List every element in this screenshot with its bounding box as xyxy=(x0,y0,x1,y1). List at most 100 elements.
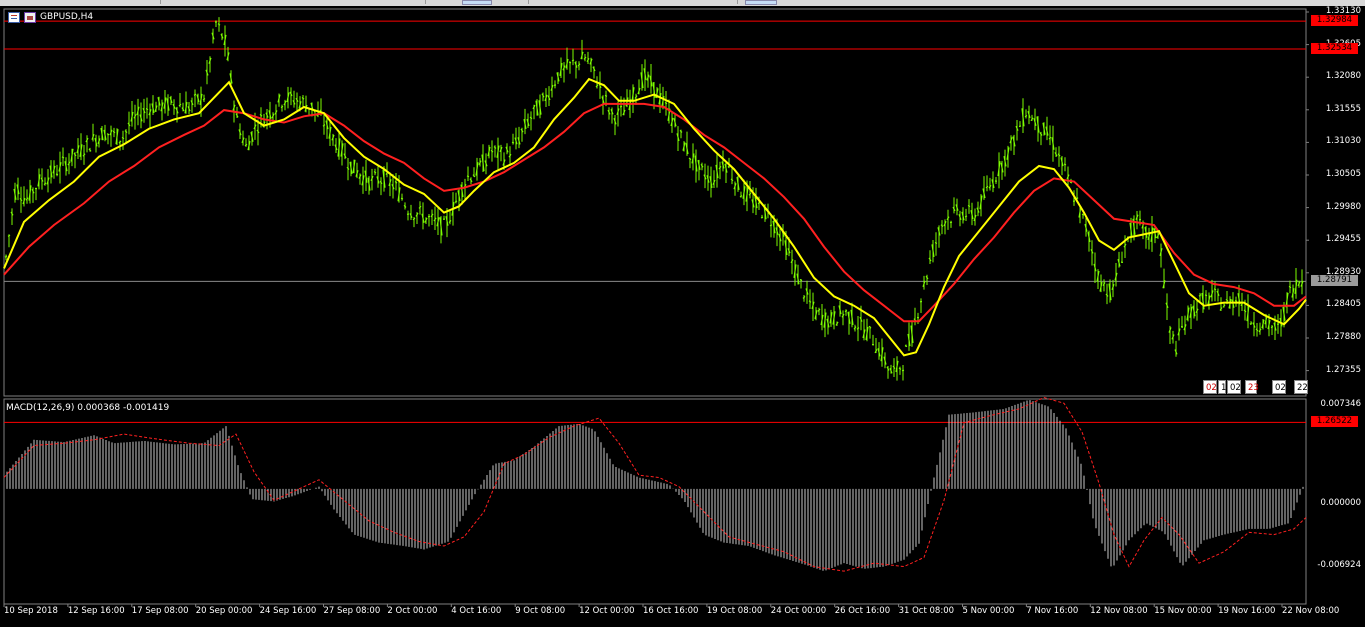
candle-body xyxy=(769,224,773,227)
price-axis-label: 1.32080 xyxy=(1325,71,1361,82)
candle-body xyxy=(379,180,383,185)
candle-body xyxy=(679,130,683,133)
candle-body xyxy=(841,313,845,318)
time-axis-label: 12 Nov 08:00 xyxy=(1090,606,1148,616)
candle-body xyxy=(985,185,989,189)
candle-body xyxy=(817,308,821,312)
candle-body xyxy=(619,105,623,108)
candle-body xyxy=(571,59,575,62)
candle-body xyxy=(718,165,722,170)
chart-title: GBPUSD,H4 xyxy=(8,11,93,23)
candle-body xyxy=(700,164,704,168)
time-axis-label: 27 Sep 08:00 xyxy=(323,606,381,616)
price-axis-label: 1.28405 xyxy=(1325,299,1361,310)
candle-body xyxy=(73,152,77,157)
candle-body xyxy=(430,213,434,218)
candle-body xyxy=(1249,322,1253,325)
candle-body xyxy=(1225,298,1229,302)
candle-body xyxy=(511,141,515,144)
current-price-tag: 1.28791 xyxy=(1311,275,1358,287)
time-axis-label: 12 Oct 00:00 xyxy=(579,606,635,616)
candle-body xyxy=(946,216,950,221)
ma-slow-line xyxy=(3,102,1307,323)
candle-body xyxy=(490,149,494,153)
candle-body xyxy=(925,275,929,280)
candle-body xyxy=(112,130,116,134)
candle-body xyxy=(595,84,599,88)
candle-body xyxy=(1039,132,1043,136)
price-axis-label: 1.29455 xyxy=(1325,234,1361,245)
time-axis-label: 9 Oct 08:00 xyxy=(515,606,566,616)
candle-body xyxy=(583,56,587,60)
candle-body xyxy=(466,175,470,178)
candle-body xyxy=(1198,294,1202,297)
candle-body xyxy=(853,326,857,330)
candle-body xyxy=(1258,328,1262,333)
candle-body xyxy=(1204,294,1208,297)
candle-body xyxy=(1243,309,1247,313)
candle-body xyxy=(1063,163,1067,166)
time-axis-label: 10 Sep 2018 xyxy=(4,606,58,616)
candle-body xyxy=(940,224,944,227)
candle-body xyxy=(472,174,476,178)
candle-body xyxy=(967,204,971,208)
candle-body xyxy=(1123,243,1127,248)
time-marker-tag: 1 xyxy=(1218,380,1226,394)
time-axis-label: 31 Oct 08:00 xyxy=(898,606,955,616)
candle-body xyxy=(1219,307,1223,311)
candle-body xyxy=(1270,326,1274,329)
candle-body xyxy=(520,128,524,133)
time-axis-label: 7 Nov 16:00 xyxy=(1026,606,1079,616)
candle-body xyxy=(802,296,806,299)
candle-body xyxy=(346,166,350,170)
macd-axis-label: -0.006924 xyxy=(1317,560,1361,570)
time-marker-tag: 02: xyxy=(1203,380,1220,394)
time-axis-label: 26 Oct 16:00 xyxy=(834,606,891,616)
price-axis-label: 1.31030 xyxy=(1325,136,1361,147)
symbol-label: GBPUSD,H4 xyxy=(40,12,94,22)
price-axis-label: 1.31555 xyxy=(1325,103,1361,114)
candle-body xyxy=(604,94,608,97)
candle-body xyxy=(217,23,221,26)
candle-body xyxy=(43,182,47,186)
candle-body xyxy=(739,195,743,198)
candle-body xyxy=(280,105,284,109)
price-chart[interactable] xyxy=(0,0,1365,627)
candle-body xyxy=(730,178,734,182)
candle-body xyxy=(1213,288,1217,291)
ma-fast-line xyxy=(3,77,1307,357)
time-marker-tag: 02 xyxy=(1227,380,1241,394)
candle-body xyxy=(1069,181,1073,184)
candle-body xyxy=(145,108,149,111)
candle-body xyxy=(322,124,326,127)
candle-body xyxy=(1222,304,1226,308)
candle-body xyxy=(400,197,404,200)
candle-body xyxy=(898,367,902,370)
candle-body xyxy=(1234,300,1238,302)
candle-body xyxy=(19,198,23,202)
candle-body xyxy=(202,98,206,101)
price-axis-label: 1.27880 xyxy=(1325,332,1361,342)
candle-body xyxy=(892,365,896,370)
macd-axis-label: 0.007346 xyxy=(1320,399,1361,409)
level-price-tag: 1.32534 xyxy=(1311,43,1358,54)
candle-body xyxy=(760,216,764,219)
candle-body xyxy=(904,345,908,348)
candle-body xyxy=(88,148,92,152)
candle-body xyxy=(244,143,248,147)
level-price-tag: 1.32984 xyxy=(1311,15,1358,27)
candle-body xyxy=(469,178,473,183)
time-axis-label: 2 Oct 00:00 xyxy=(387,606,438,616)
candle-body xyxy=(1102,282,1106,287)
candle-body xyxy=(178,103,182,107)
level-price-tag: 1.26522 xyxy=(1311,416,1358,428)
time-axis-label: 19 Oct 08:00 xyxy=(706,606,763,616)
candle-body xyxy=(1057,153,1061,157)
candle-body xyxy=(856,327,860,330)
candle-body xyxy=(127,122,131,127)
candle-body xyxy=(7,234,11,237)
time-marker-tag: 22: xyxy=(1294,380,1311,394)
candle-body xyxy=(577,63,581,67)
candle-body xyxy=(55,173,59,176)
candle-body xyxy=(67,161,71,166)
